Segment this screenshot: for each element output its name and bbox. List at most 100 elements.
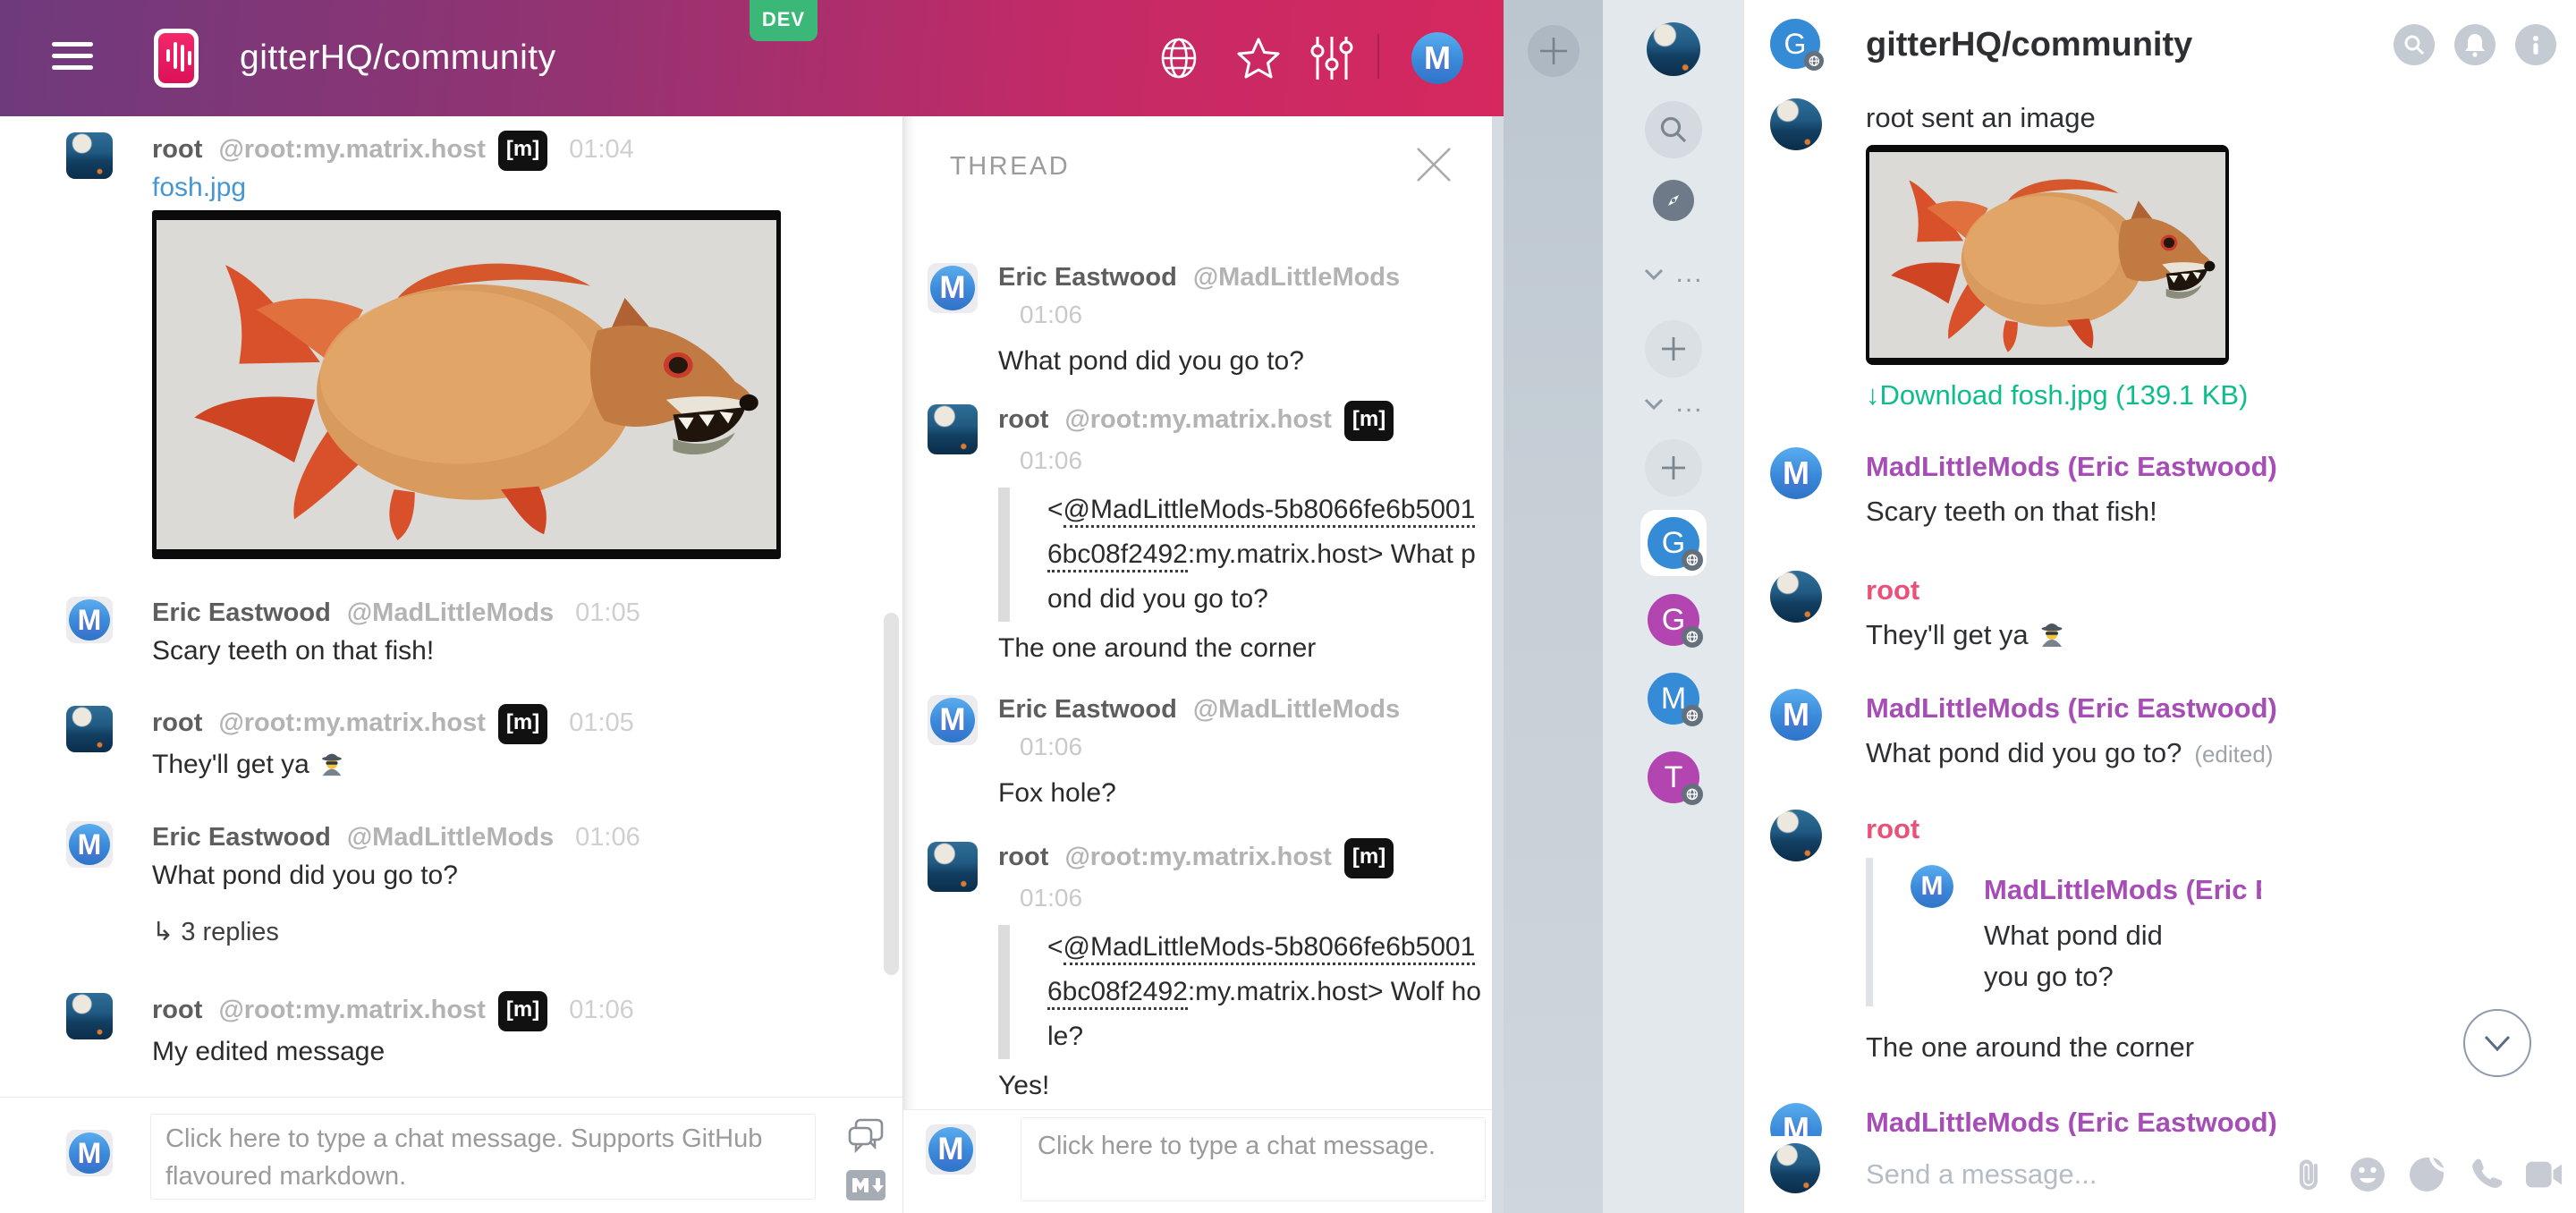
madlittlemods-avatar[interactable]: M <box>66 821 113 868</box>
sender-name[interactable]: root <box>1866 571 2576 610</box>
element-message[interactable]: MMadLittleMods (Eric Eastwood)Scary teet… <box>1866 447 2576 531</box>
globe-icon[interactable] <box>1156 0 1202 116</box>
gitter-logo-icon[interactable] <box>154 29 199 88</box>
root-avatar[interactable] <box>66 132 113 179</box>
thread-replies-link[interactable]: ↳3 replies <box>152 912 902 952</box>
thread-message-input[interactable]: Click here to type a chat message. <box>1021 1117 1486 1201</box>
root-avatar[interactable] <box>66 706 113 752</box>
sender-username[interactable]: @MadLittleMods <box>1193 695 1400 724</box>
gitter-chat-timeline[interactable]: root @root:my.matrix.host[m]01:04fosh.jp… <box>0 116 902 1097</box>
sender-username[interactable]: @root:my.matrix.host <box>1064 405 1331 434</box>
chat-mode-icon[interactable] <box>847 1117 885 1158</box>
madlittlemods-avatar[interactable]: M <box>1411 32 1463 84</box>
sender-username[interactable]: @root:my.matrix.host <box>218 996 485 1024</box>
madlittlemods-avatar[interactable]: M <box>66 1130 113 1176</box>
root-avatar[interactable] <box>1770 810 1822 861</box>
sender-username[interactable]: @root:my.matrix.host <box>1064 843 1331 871</box>
sender-name[interactable]: Eric Eastwood <box>998 695 1177 724</box>
section-collapse-more-2[interactable]: ... <box>1643 394 1703 412</box>
room-avatar-m2[interactable]: M <box>1648 673 1699 725</box>
root-avatar[interactable] <box>1770 98 1822 150</box>
search-icon[interactable] <box>1645 101 1702 158</box>
thread-scrollbar[interactable] <box>1492 116 1504 1213</box>
sender-username[interactable]: @MadLittleMods <box>1193 263 1400 292</box>
madlittlemods-avatar[interactable]: M <box>1770 447 1822 499</box>
chat-message[interactable]: root @root:my.matrix.host[m]01:04fosh.jp… <box>0 131 902 559</box>
root-avatar[interactable] <box>1770 571 1822 623</box>
image-attachment[interactable] <box>1866 145 2229 365</box>
close-icon[interactable] <box>1414 145 1453 184</box>
root-avatar[interactable] <box>928 404 978 454</box>
room-info-icon[interactable] <box>2515 24 2556 65</box>
explore-compass-icon[interactable] <box>1653 180 1694 221</box>
sender-name[interactable]: MadLittleMods (Eric Eastwood) <box>1866 1103 2576 1136</box>
sender-name[interactable]: Eric Eastwood <box>152 598 331 627</box>
sender-username[interactable]: @root:my.matrix.host <box>218 135 485 164</box>
element-message[interactable]: MMadLittleMods (Eric Eastwood) <box>1866 1103 2576 1136</box>
mention-link[interactable]: @MadLittleMods-5b8066fe6b50016bc08f2492 <box>1047 932 1475 1010</box>
sticker-icon[interactable] <box>2408 1156 2445 1193</box>
sender-name[interactable]: root <box>152 996 202 1024</box>
madlittlemods-avatar[interactable]: M <box>926 1124 976 1175</box>
element-message[interactable]: root sent an image ↓Download fosh.jpg (1… <box>1866 98 2576 415</box>
star-icon[interactable] <box>1233 0 1284 116</box>
sender-username[interactable]: @MadLittleMods <box>347 598 554 627</box>
send-message-input[interactable]: Send a message... <box>1866 1136 2097 1213</box>
madlittlemods-avatar[interactable]: M <box>928 263 978 313</box>
sender-username[interactable]: @MadLittleMods <box>347 823 554 852</box>
chat-message[interactable]: M Eric Eastwood @MadLittleMods01:06What … <box>0 819 902 952</box>
sender-name[interactable]: root <box>152 708 202 737</box>
room-avatar-g1[interactable]: G <box>1648 594 1699 646</box>
root-avatar[interactable] <box>66 993 113 1039</box>
voice-call-phone-icon[interactable] <box>2467 1156 2504 1193</box>
user-menu-avatar[interactable] <box>1603 22 1744 76</box>
markdown-icon[interactable] <box>846 1170 886 1205</box>
sender-username[interactable]: @root:my.matrix.host <box>218 708 485 737</box>
emoji-icon[interactable] <box>2349 1156 2386 1193</box>
room-search-icon[interactable] <box>2394 24 2435 65</box>
sender-name[interactable]: root <box>152 135 202 164</box>
root-avatar[interactable] <box>1770 1143 1820 1193</box>
sender-name[interactable]: Eric Eastwood <box>998 263 1177 292</box>
add-room-plus-icon[interactable] <box>1528 25 1580 77</box>
add-space-plus-icon[interactable] <box>1645 320 1702 377</box>
chat-message[interactable]: root @root:my.matrix.host[m]01:05They'll… <box>0 704 902 791</box>
madlittlemods-avatar[interactable]: M <box>66 597 113 643</box>
thread-timeline[interactable]: M Eric Eastwood @MadLittleMods01:06What … <box>903 222 1493 1109</box>
section-collapse-more[interactable]: ... <box>1643 265 1703 283</box>
chat-scrollbar[interactable] <box>884 613 899 975</box>
attachment-paperclip-icon[interactable] <box>2290 1156 2327 1193</box>
element-message[interactable]: rootThey'll get ya <box>1866 571 2576 660</box>
mention-link[interactable]: @MadLittleMods-5b8066fe6b50016bc08f2492 <box>1047 495 1475 573</box>
madlittlemods-avatar[interactable]: M <box>928 695 978 745</box>
root-avatar[interactable] <box>928 842 978 892</box>
menu-icon[interactable] <box>52 42 93 74</box>
madlittlemods-avatar[interactable]: M <box>1911 865 1953 908</box>
add-room-plus-icon-2[interactable] <box>1645 439 1702 496</box>
chat-message[interactable]: M Eric Eastwood @MadLittleMods01:05Scary… <box>0 595 902 672</box>
room-avatar-g0[interactable]: G <box>1640 510 1707 576</box>
sender-name[interactable]: Eric Eastwood <box>152 823 331 852</box>
sender-name[interactable]: MadLittleMods (Eric Eastwood) <box>1866 689 2576 728</box>
file-link[interactable]: fosh.jpg <box>152 171 902 205</box>
notifications-bell-icon[interactable] <box>2454 24 2496 65</box>
download-link[interactable]: ↓Download fosh.jpg (139.1 KB) <box>1866 376 2576 415</box>
chat-message[interactable]: root @root:my.matrix.host[m]01:06My edit… <box>0 991 902 1073</box>
room-avatar-t3[interactable]: T <box>1648 751 1699 803</box>
element-timeline[interactable]: root sent an image ↓Download fosh.jpg (1… <box>1744 89 2576 1136</box>
thread-message[interactable]: M Eric Eastwood @MadLittleMods01:06What … <box>928 259 1493 383</box>
image-attachment[interactable] <box>152 210 781 559</box>
madlittlemods-avatar[interactable]: M <box>1770 689 1822 741</box>
madlittlemods-avatar[interactable]: M <box>1770 1103 1822 1136</box>
root-avatar[interactable] <box>1647 22 1700 76</box>
sender-name[interactable]: MadLittleMods (Eric Eastwood) <box>1866 447 2576 487</box>
thread-message[interactable]: M Eric Eastwood @MadLittleMods01:06Fox h… <box>928 691 1493 815</box>
thread-message[interactable]: root @root:my.matrix.host[m]01:06 <@MadL… <box>928 401 1493 670</box>
video-call-icon[interactable] <box>2526 1156 2563 1193</box>
settings-sliders-icon[interactable] <box>1308 0 1356 116</box>
element-message[interactable]: MMadLittleMods (Eric Eastwood)What pond … <box>1866 689 2576 774</box>
thread-message[interactable]: root @root:my.matrix.host[m]01:06 <@MadL… <box>928 838 1493 1107</box>
chat-message-input[interactable]: Click here to type a chat message. Suppo… <box>150 1114 816 1200</box>
jump-to-bottom-button[interactable] <box>2463 1009 2531 1077</box>
quoted-sender-name[interactable]: MadLittleMods (Eric Eastwood) <box>1984 865 2261 915</box>
